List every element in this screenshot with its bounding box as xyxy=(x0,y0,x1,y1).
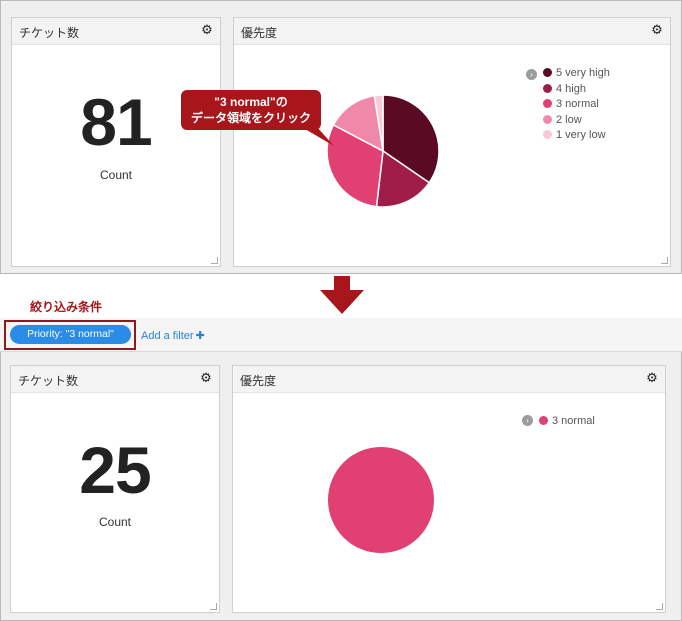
panel-header: チケット数 ⚙ xyxy=(11,366,219,393)
legend-swatch xyxy=(543,114,552,124)
metric-label: Count xyxy=(98,515,132,529)
panel-header: チケット数 ⚙ xyxy=(12,18,220,45)
legend-toggle-icon[interactable]: › xyxy=(522,415,533,426)
priority-panel: 優先度 ⚙ › 5 very high 4 high 3 normal 2 low 1 … xyxy=(233,17,671,267)
filter-caption: 絞り込み条件 xyxy=(30,300,103,314)
resize-handle[interactable] xyxy=(211,257,218,264)
panel-header: 優先度 ⚙ xyxy=(234,18,670,45)
gear-icon[interactable]: ⚙ xyxy=(650,23,664,37)
pie-slice-3-normal[interactable] xyxy=(328,447,434,553)
callout-line-1: "3 normal"の xyxy=(214,95,288,109)
legend-item[interactable]: 3 normal xyxy=(539,414,595,428)
panel-title: 優先度 xyxy=(240,374,277,388)
add-filter-label: Add a filter xyxy=(141,330,194,342)
panel-title: 優先度 xyxy=(241,26,278,40)
priority-panel: 優先度 ⚙ › 3 normal xyxy=(232,365,666,613)
plus-icon: ✚ xyxy=(195,330,205,342)
add-filter-link[interactable]: Add a filter ✚ xyxy=(141,329,205,342)
legend-swatch xyxy=(543,99,552,108)
legend-item[interactable]: 3 normal xyxy=(543,97,599,111)
gear-icon[interactable]: ⚙ xyxy=(645,371,659,385)
ticket-count-panel: チケット数 ⚙ 81 Count xyxy=(11,17,221,267)
priority-pie-chart[interactable] xyxy=(326,94,440,208)
legend-item[interactable]: 4 high xyxy=(543,82,586,96)
panel-title: チケット数 xyxy=(19,26,80,40)
instruction-callout: "3 normal"の データ領域をクリック xyxy=(181,90,321,130)
legend-swatch xyxy=(543,83,552,93)
legend-label: 3 normal xyxy=(556,98,599,110)
dashboard-before: チケット数 ⚙ 81 Count 優先度 ⚙ › 5 very high 4 hi… xyxy=(0,0,682,274)
callout-line-2: データ領域をクリック xyxy=(190,111,311,125)
legend-label: 1 very low xyxy=(556,129,606,141)
legend-label: 2 low xyxy=(556,113,582,126)
metric-value: 25 xyxy=(79,433,151,507)
panel-title: チケット数 xyxy=(18,374,79,388)
legend-item[interactable]: 1 very low xyxy=(543,128,606,142)
resize-handle[interactable] xyxy=(661,257,668,264)
pie-legend: › 3 normal xyxy=(522,412,662,442)
resize-handle[interactable] xyxy=(210,603,217,610)
legend-swatch xyxy=(543,130,552,139)
legend-toggle-icon[interactable]: › xyxy=(526,69,537,80)
legend-label: 5 very high xyxy=(556,67,610,79)
priority-pie-chart[interactable] xyxy=(327,446,435,554)
resize-handle[interactable] xyxy=(656,603,663,610)
legend-swatch xyxy=(539,416,548,425)
panel-header: 優先度 ⚙ xyxy=(233,366,665,393)
gear-icon[interactable]: ⚙ xyxy=(200,23,214,37)
legend-item[interactable]: 5 very high xyxy=(543,66,610,80)
legend-swatch xyxy=(543,68,552,77)
gear-icon[interactable]: ⚙ xyxy=(199,371,213,385)
legend-label: 3 normal xyxy=(552,415,595,427)
down-arrow-icon xyxy=(320,276,364,314)
active-filter-pill[interactable]: Priority: "3 normal" xyxy=(10,325,131,344)
ticket-count-panel: チケット数 ⚙ 25 Count xyxy=(10,365,220,613)
legend-label: 4 high xyxy=(556,82,586,95)
legend-item[interactable]: 2 low xyxy=(543,113,582,127)
metric-label: Count xyxy=(99,168,133,182)
pie-legend: › 5 very high 4 high 3 normal 2 low 1 very l… xyxy=(526,64,666,144)
